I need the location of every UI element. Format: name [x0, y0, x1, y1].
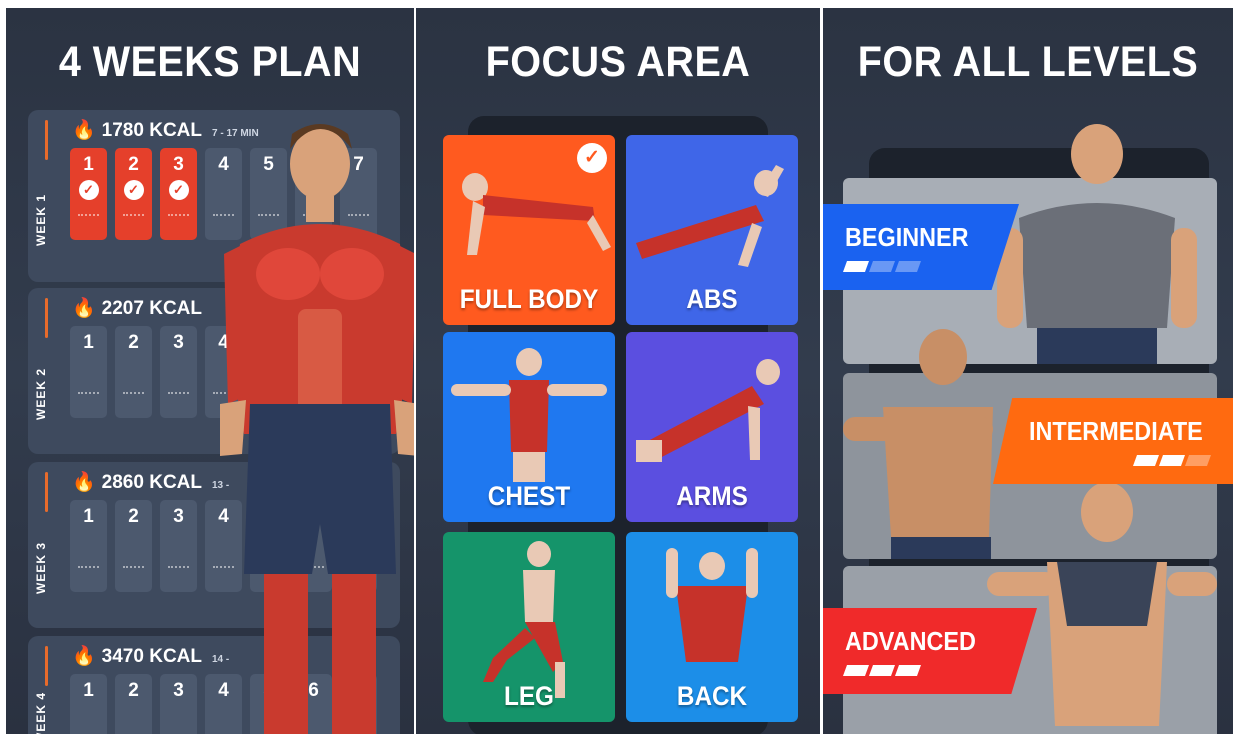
- fire-icon: 🔥: [72, 298, 96, 319]
- week-label: WEEK 3: [34, 542, 48, 595]
- kcal-value: 3470 KCAL: [101, 646, 202, 667]
- tile-label: FULL BODY: [459, 284, 599, 314]
- difficulty-bar: [894, 261, 922, 272]
- week-kcal: 🔥 2207 KCAL: [72, 296, 212, 320]
- all-levels-panel: FOR ALL LEVELS BEGINNER INTERMEDIATE ADV…: [823, 8, 1233, 734]
- check-icon: ✓: [78, 180, 99, 200]
- focus-tile-arms[interactable]: ARMS: [626, 332, 798, 522]
- tile-label: LEG: [504, 681, 554, 711]
- day-number: 3: [173, 506, 184, 527]
- day-cell[interactable]: 3: [160, 500, 197, 592]
- day-details-placeholder: [78, 214, 99, 232]
- advanced-athlete-illustration: [987, 482, 1217, 726]
- level-bars: [842, 665, 1037, 676]
- day-cell[interactable]: 1: [70, 674, 107, 734]
- fire-icon: 🔥: [72, 472, 96, 493]
- week-label: WEEK 1: [34, 194, 48, 247]
- focus-tile-back[interactable]: BACK: [626, 532, 798, 722]
- level-badge-advanced[interactable]: ADVANCED: [823, 608, 1037, 694]
- day-details-placeholder: [123, 566, 144, 584]
- difficulty-bar: [868, 665, 896, 676]
- week-accent-bar: [45, 298, 48, 338]
- day-number: 2: [128, 506, 139, 527]
- day-number: 3: [173, 154, 184, 175]
- tile-label: ARMS: [676, 481, 748, 511]
- day-details-placeholder: [123, 214, 144, 232]
- focus-tile-chest[interactable]: CHEST: [443, 332, 615, 522]
- day-details-placeholder: [123, 392, 144, 410]
- level-label: BEGINNER: [845, 222, 969, 252]
- panel-title: 4 WEEKS PLAN: [58, 38, 362, 86]
- level-label: INTERMEDIATE: [1029, 416, 1203, 446]
- check-icon: ✓: [168, 180, 189, 200]
- check-icon: ✓: [123, 180, 144, 200]
- tile-label: ABS: [686, 284, 738, 314]
- day-details-placeholder: [78, 392, 99, 410]
- tile-label: BACK: [676, 681, 748, 711]
- week-label: WEEK 2: [34, 368, 48, 421]
- level-bars: [842, 261, 1019, 272]
- difficulty-bar: [842, 261, 870, 272]
- day-number: 3: [173, 332, 184, 353]
- day-number: 2: [128, 332, 139, 353]
- week-kcal: 🔥 2860 KCAL 13 -: [72, 470, 229, 494]
- day-number: 2: [128, 154, 139, 175]
- day-details-placeholder: [168, 566, 189, 584]
- kcal-value: 1780 KCAL: [101, 120, 202, 141]
- day-details-placeholder: [168, 392, 189, 410]
- four-weeks-plan-panel: 4 WEEKS PLAN WEEK 1 🔥 1780 KCAL 7 - 17 MIN…: [6, 8, 414, 734]
- panel-title: FOCUS AREA: [485, 38, 751, 86]
- focus-tile-full-body[interactable]: ✓ FULL BODY: [443, 135, 615, 325]
- day-cell[interactable]: 3 ✓: [160, 148, 197, 240]
- day-cell[interactable]: 2: [115, 674, 152, 734]
- focus-area-panel: FOCUS AREA ✓ FULL BODY ABS CHEST ARMS LE…: [416, 8, 820, 734]
- athlete-illustration: [220, 124, 414, 734]
- day-number: 1: [83, 680, 94, 701]
- focus-tile-abs[interactable]: ABS: [626, 135, 798, 325]
- level-bars: [1029, 455, 1233, 466]
- tile-label: CHEST: [487, 481, 571, 511]
- week-accent-bar: [45, 120, 48, 160]
- difficulty-bar: [1158, 455, 1186, 466]
- level-badge-beginner[interactable]: BEGINNER: [823, 204, 1019, 290]
- week-accent-bar: [45, 646, 48, 686]
- day-details-placeholder: [78, 566, 99, 584]
- difficulty-bar: [842, 665, 870, 676]
- difficulty-bar: [894, 665, 922, 676]
- day-number: 3: [173, 680, 184, 701]
- beginner-athlete-illustration: [997, 124, 1197, 364]
- day-number: 1: [83, 332, 94, 353]
- kcal-value: 2860 KCAL: [101, 472, 202, 493]
- day-cell[interactable]: 1 ✓: [70, 148, 107, 240]
- difficulty-bar: [1184, 455, 1212, 466]
- panel-title: FOR ALL LEVELS: [857, 38, 1199, 86]
- day-cell[interactable]: 2: [115, 500, 152, 592]
- kcal-value: 2207 KCAL: [101, 298, 202, 319]
- fire-icon: 🔥: [72, 120, 96, 141]
- day-cell[interactable]: 1: [70, 500, 107, 592]
- fire-icon: 🔥: [72, 646, 96, 667]
- focus-tile-leg[interactable]: LEG: [443, 532, 615, 722]
- level-badge-intermediate[interactable]: INTERMEDIATE: [993, 398, 1233, 484]
- day-cell[interactable]: 1: [70, 326, 107, 418]
- day-cell[interactable]: 3: [160, 326, 197, 418]
- difficulty-bar: [1132, 455, 1160, 466]
- day-cell[interactable]: 2 ✓: [115, 148, 152, 240]
- check-icon: ✓: [577, 143, 607, 173]
- day-number: 2: [128, 680, 139, 701]
- level-label: ADVANCED: [845, 626, 976, 656]
- week-kcal: 🔥 3470 KCAL 14 -: [72, 644, 229, 668]
- week-accent-bar: [45, 472, 48, 512]
- day-number: 1: [83, 154, 94, 175]
- day-cell[interactable]: 3: [160, 674, 197, 734]
- day-details-placeholder: [168, 214, 189, 232]
- week-label: WEEK 4: [34, 692, 48, 734]
- day-number: 1: [83, 506, 94, 527]
- day-cell[interactable]: 2: [115, 326, 152, 418]
- difficulty-bar: [868, 261, 896, 272]
